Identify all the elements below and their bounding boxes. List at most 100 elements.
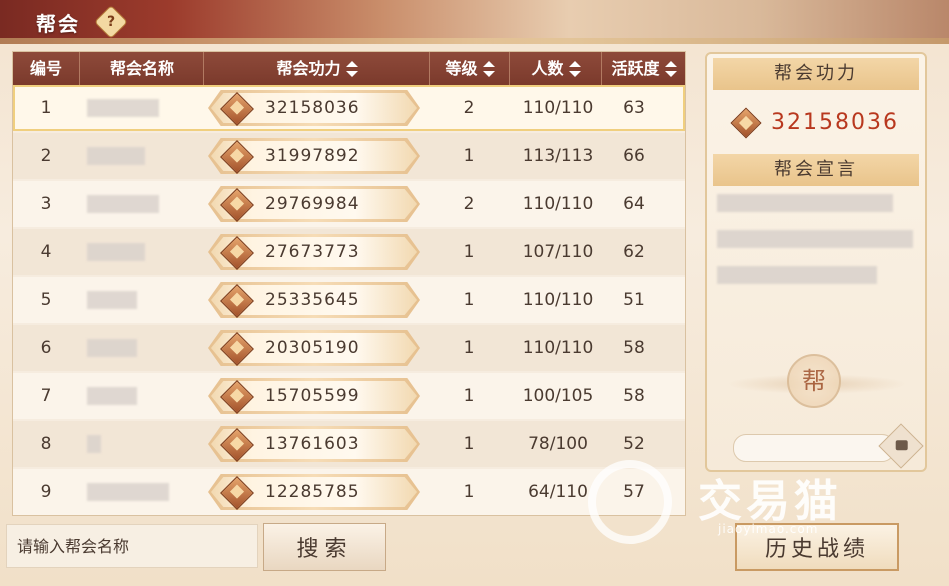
- page-title: 帮会: [36, 12, 80, 36]
- guild-name-redacted: [79, 85, 191, 131]
- search-input[interactable]: [7, 525, 257, 567]
- help-icon[interactable]: ?: [94, 5, 128, 39]
- sort-icon[interactable]: [345, 60, 358, 77]
- table-row[interactable]: 4 27673773 1 107/110 62: [13, 229, 685, 275]
- power-heading: 帮会功力: [713, 58, 919, 90]
- guild-activity: 66: [623, 146, 645, 166]
- table-row[interactable]: 5 25335645 1 110/110 51: [13, 277, 685, 323]
- column-header-level[interactable]: 等级: [429, 52, 510, 85]
- guild-table: 编号 帮会名称 帮会功力 等级 人数 活跃度 1 32158036 2 110/110…: [12, 51, 686, 516]
- row-index: 8: [40, 434, 52, 454]
- guild-name-redacted: [79, 229, 191, 275]
- guild-power-cell: 29769984: [203, 181, 429, 227]
- guild-activity: 58: [623, 386, 645, 406]
- guild-name-redacted: [79, 373, 191, 419]
- column-header-activity[interactable]: 活跃度: [601, 52, 686, 85]
- row-index: 1: [40, 98, 52, 118]
- guild-power-cell: 15705599: [203, 373, 429, 419]
- guild-activity: 58: [623, 338, 645, 358]
- power-display: 32158036: [730, 106, 899, 140]
- row-index: 7: [40, 386, 52, 406]
- guild-name-redacted: [79, 277, 191, 323]
- table-row[interactable]: 2 31997892 1 113/113 66: [13, 133, 685, 179]
- table-row[interactable]: 8 13761603 1 78/100 52: [13, 421, 685, 467]
- table-row[interactable]: 9 12285785 1 64/110 57: [13, 469, 685, 515]
- row-index: 2: [40, 146, 52, 166]
- guild-level: 1: [463, 338, 475, 358]
- chat-icon[interactable]: [878, 423, 924, 469]
- top-banner: 帮会 ?: [0, 0, 949, 44]
- guild-members: 100/105: [522, 386, 594, 406]
- guild-power-cell: 20305190: [203, 325, 429, 371]
- guild-members: 110/110: [522, 98, 594, 118]
- guild-activity: 62: [623, 242, 645, 262]
- sort-icon[interactable]: [568, 60, 581, 77]
- guild-info-panel: 帮会功力 32158036 帮会宣言 帮: [705, 52, 927, 472]
- guild-power-value: 25335645: [265, 290, 360, 310]
- guild-power-cell: 31997892: [203, 133, 429, 179]
- table-row[interactable]: 1 32158036 2 110/110 63: [13, 85, 685, 131]
- table-row[interactable]: 7 15705599 1 100/105 58: [13, 373, 685, 419]
- sort-icon[interactable]: [664, 60, 677, 77]
- guild-members: 113/113: [522, 146, 594, 166]
- guild-level: 1: [463, 434, 475, 454]
- guild-level: 1: [463, 290, 475, 310]
- guild-power-value: 15705599: [265, 386, 360, 406]
- guild-power-value: 31997892: [265, 146, 360, 166]
- message-bar[interactable]: [733, 434, 895, 462]
- guild-power-cell: 12285785: [203, 469, 429, 515]
- table-header: 编号 帮会名称 帮会功力 等级 人数 活跃度: [13, 52, 685, 85]
- guild-name-redacted: [79, 133, 191, 179]
- table-row[interactable]: 6 20305190 1 110/110 58: [13, 325, 685, 371]
- guild-activity: 63: [623, 98, 645, 118]
- history-record-button[interactable]: 历史战绩: [735, 523, 899, 571]
- guild-level: 2: [463, 194, 475, 214]
- guild-members: 78/100: [528, 434, 588, 454]
- guild-members: 64/110: [528, 482, 588, 502]
- guild-members: 107/110: [522, 242, 594, 262]
- guild-power-value: 32158036: [265, 98, 360, 118]
- guild-level: 1: [463, 386, 475, 406]
- guild-activity: 52: [623, 434, 645, 454]
- row-index: 3: [40, 194, 52, 214]
- guild-members: 110/110: [522, 290, 594, 310]
- guild-power-value: 12285785: [265, 482, 360, 502]
- row-index: 9: [40, 482, 52, 502]
- guild-power-cell: 32158036: [203, 85, 429, 131]
- guild-power-value: 20305190: [265, 338, 360, 358]
- guild-members: 110/110: [522, 194, 594, 214]
- guild-name-redacted: [79, 469, 191, 515]
- guild-name-redacted: [79, 325, 191, 371]
- guild-level: 2: [463, 98, 475, 118]
- guild-level: 1: [463, 146, 475, 166]
- guild-power-value: 13761603: [265, 434, 360, 454]
- watermark-text: 交易猫: [698, 476, 842, 527]
- column-header-index: 编号: [29, 59, 62, 78]
- guild-activity: 57: [623, 482, 645, 502]
- guild-activity: 64: [623, 194, 645, 214]
- row-index: 4: [40, 242, 52, 262]
- column-header-members[interactable]: 人数: [509, 52, 602, 85]
- row-index: 5: [40, 290, 52, 310]
- guild-members: 110/110: [522, 338, 594, 358]
- guild-emblem-icon: 帮: [787, 354, 841, 408]
- row-index: 6: [40, 338, 52, 358]
- search-field-wrapper: [6, 524, 258, 568]
- guild-name-redacted: [79, 181, 191, 227]
- column-header-power[interactable]: 帮会功力: [203, 52, 430, 85]
- table-row[interactable]: 3 29769984 2 110/110 64: [13, 181, 685, 227]
- declaration-text-redacted: [711, 188, 919, 303]
- column-header-name: 帮会名称: [79, 52, 204, 85]
- sort-icon[interactable]: [482, 60, 495, 77]
- declaration-heading: 帮会宣言: [713, 154, 919, 186]
- guild-power-cell: 25335645: [203, 277, 429, 323]
- guild-activity: 51: [623, 290, 645, 310]
- power-icon: [730, 107, 762, 139]
- search-button[interactable]: 搜索: [263, 523, 386, 571]
- guild-power-cell: 27673773: [203, 229, 429, 275]
- guild-name-redacted: [79, 421, 191, 467]
- guild-power-value: 29769984: [265, 194, 360, 214]
- guild-power-value: 27673773: [265, 242, 360, 262]
- guild-level: 1: [463, 242, 475, 262]
- guild-level: 1: [463, 482, 475, 502]
